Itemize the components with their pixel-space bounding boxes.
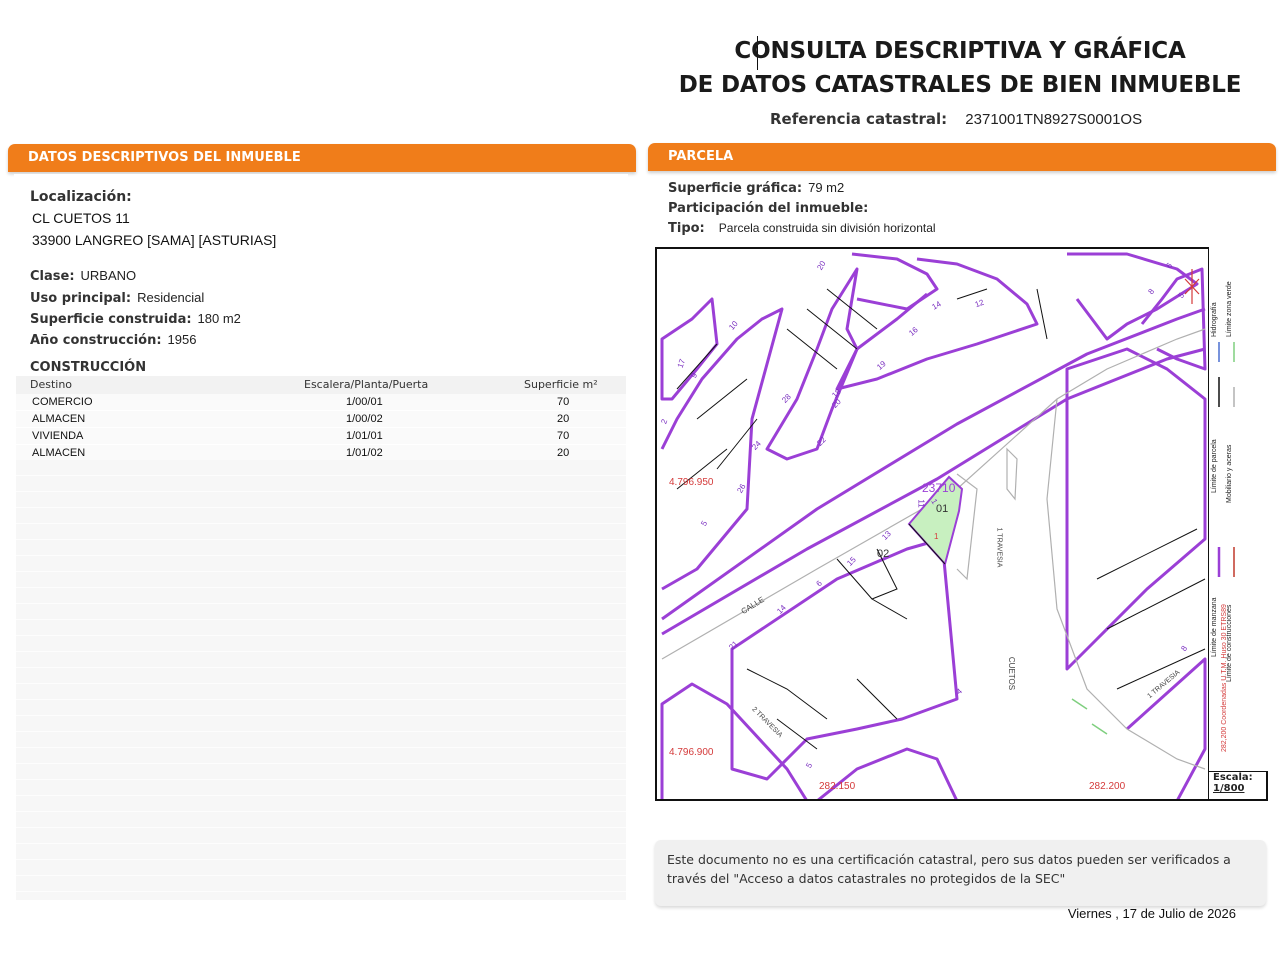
map-legend: Hidrografía Límite zona verde Límite de … — [1208, 247, 1269, 771]
table-row: ALMACEN 1/00/02 20 — [16, 411, 626, 428]
sup-grafica-label: Superficie gráfica: — [668, 181, 803, 196]
col-superficie: Superficie m² — [524, 378, 598, 391]
table-empty-area — [16, 460, 626, 900]
map-block — [730, 537, 959, 781]
unit-01-label: 01 — [936, 503, 949, 515]
parcel-line — [676, 343, 758, 490]
cell-destino: COMERCIO — [32, 396, 93, 408]
map-svg — [660, 252, 1207, 799]
cell-destino: ALMACEN — [32, 447, 86, 459]
table-row: VIVIENDA 1/01/01 70 — [16, 428, 626, 445]
cell-escalera: 1/01/02 — [346, 447, 383, 459]
clase-label: Clase: — [30, 269, 75, 284]
uso-field: Uso principal: Residencial — [30, 290, 204, 306]
superficie-value: 180 m2 — [197, 311, 241, 326]
sidewalk-line — [1046, 398, 1206, 770]
document-date: Viernes , 17 de Julio de 2026 — [1067, 906, 1236, 921]
coord-y-bottom: 4.796.900 — [669, 747, 714, 758]
legend-sidewalk-label: Mobiliario y aceras — [1226, 444, 1233, 503]
address-line2: 33900 LANGREO [SAMA] [ASTURIAS] — [32, 232, 277, 248]
coord-y-top: 4.796.950 — [669, 477, 714, 488]
cell-destino: ALMACEN — [32, 413, 86, 425]
legend-green-label: Límite zona verde — [1226, 281, 1233, 337]
map-block — [851, 252, 939, 311]
localizacion-label: Localización: — [30, 189, 132, 205]
legend-block-label: Límite de manzana — [1211, 597, 1218, 657]
map-block — [660, 297, 719, 401]
legend-hydro-label: Hidrografía — [1211, 302, 1218, 337]
cadastral-reference: Referencia catastral: 2371001TN8927S0001… — [770, 110, 1142, 128]
construccion-title: CONSTRUCCIÓN — [30, 360, 147, 375]
section-header-datos: DATOS DESCRIPTIVOS DEL INMUEBLE — [8, 144, 636, 172]
col-destino: Destino — [30, 378, 73, 391]
sup-grafica-value: 79 m2 — [808, 180, 845, 195]
page-title-line2: DE DATOS CATASTRALES DE BIEN INMUEBLE — [678, 72, 1242, 98]
street-label-cuetos: CUETOS — [1007, 656, 1017, 691]
clase-field: Clase: URBANO — [30, 268, 136, 284]
col-escalera: Escalera/Planta/Puerta — [304, 378, 429, 391]
legend-parcel-label: Límite de parcela — [1211, 439, 1218, 493]
ref-value: 2371001TN8927S0001OS — [965, 111, 1143, 128]
uso-label: Uso principal: — [30, 291, 132, 306]
clase-value: URBANO — [80, 268, 137, 283]
map-scale: Escala: 1/800 — [1208, 771, 1268, 801]
participacion-label: Participación del inmueble: — [668, 201, 869, 216]
tipo-field: Tipo: Parcela construida sin división hor… — [668, 220, 936, 236]
cadastral-map[interactable]: 23710 01 02 1 CALLE CUETOS 1 TRAVESIA 1 … — [655, 247, 1268, 801]
page-title-line1: CONSULTA DESCRIPTIVA Y GRÁFICA — [734, 38, 1186, 64]
anio-field: Año construcción: 1956 — [30, 332, 196, 348]
disclaimer-note: Este documento no es una certificación c… — [655, 840, 1266, 906]
construccion-table-body: COMERCIO 1/00/01 70 ALMACEN 1/00/02 20 V… — [16, 394, 626, 462]
parcel-marker: 1 — [934, 532, 939, 541]
anio-label: Año construcción: — [30, 333, 162, 348]
coord-x-right: 282.200 — [1089, 781, 1126, 792]
legend-coords-note: 282,200 Coordenadas U.T.M. Huso 30 ETRS8… — [1221, 604, 1228, 752]
cell-superficie: 70 — [557, 396, 570, 408]
address-line1: CL CUETOS 11 — [32, 210, 130, 226]
section-header-parcela: PARCELA — [648, 143, 1276, 171]
sidewalk-island — [1006, 447, 1018, 501]
uso-value: Residencial — [137, 290, 205, 305]
note-line2: través del "Acceso a datos catastrales n… — [667, 871, 1066, 886]
cell-superficie: 20 — [557, 447, 570, 459]
cell-escalera: 1/01/01 — [346, 430, 383, 442]
map-block — [835, 257, 1039, 391]
scale-label: Escala: — [1213, 772, 1253, 783]
unit-02-label: 02 — [877, 548, 890, 560]
scale-value: 1/800 — [1213, 783, 1245, 794]
cell-superficie: 70 — [557, 430, 570, 442]
cell-destino: VIVIENDA — [32, 430, 84, 442]
map-block — [1065, 347, 1207, 671]
anio-value: 1956 — [167, 332, 197, 347]
construccion-table-header: Destino Escalera/Planta/Puerta Superfici… — [16, 376, 626, 394]
superficie-label: Superficie construida: — [30, 312, 192, 327]
coord-x-left: 282.150 — [819, 781, 856, 792]
tipo-label: Tipo: — [668, 221, 705, 236]
sup-grafica-field: Superficie gráfica: 79 m2 — [668, 180, 844, 196]
participacion-field: Participación del inmueble: — [668, 200, 874, 216]
street-label-travesia-1: 1 TRAVESIA — [995, 527, 1003, 568]
map-block — [765, 267, 859, 461]
table-row: COMERCIO 1/00/01 70 — [16, 394, 626, 411]
superficie-field: Superficie construida: 180 m2 — [30, 311, 241, 327]
map-block — [1067, 252, 1199, 341]
cell-escalera: 1/00/01 — [346, 396, 383, 408]
map-block — [817, 747, 958, 799]
ref-label: Referencia catastral: — [770, 110, 948, 128]
parcel-ref-label: 23710 — [922, 481, 956, 495]
house-number: 11 — [916, 499, 926, 508]
map-block — [660, 682, 808, 799]
cell-escalera: 1/00/02 — [346, 413, 383, 425]
note-line1: Este documento no es una certificación c… — [667, 852, 1231, 867]
tipo-value: Parcela construida sin división horizont… — [718, 221, 936, 235]
cell-superficie: 20 — [557, 413, 570, 425]
